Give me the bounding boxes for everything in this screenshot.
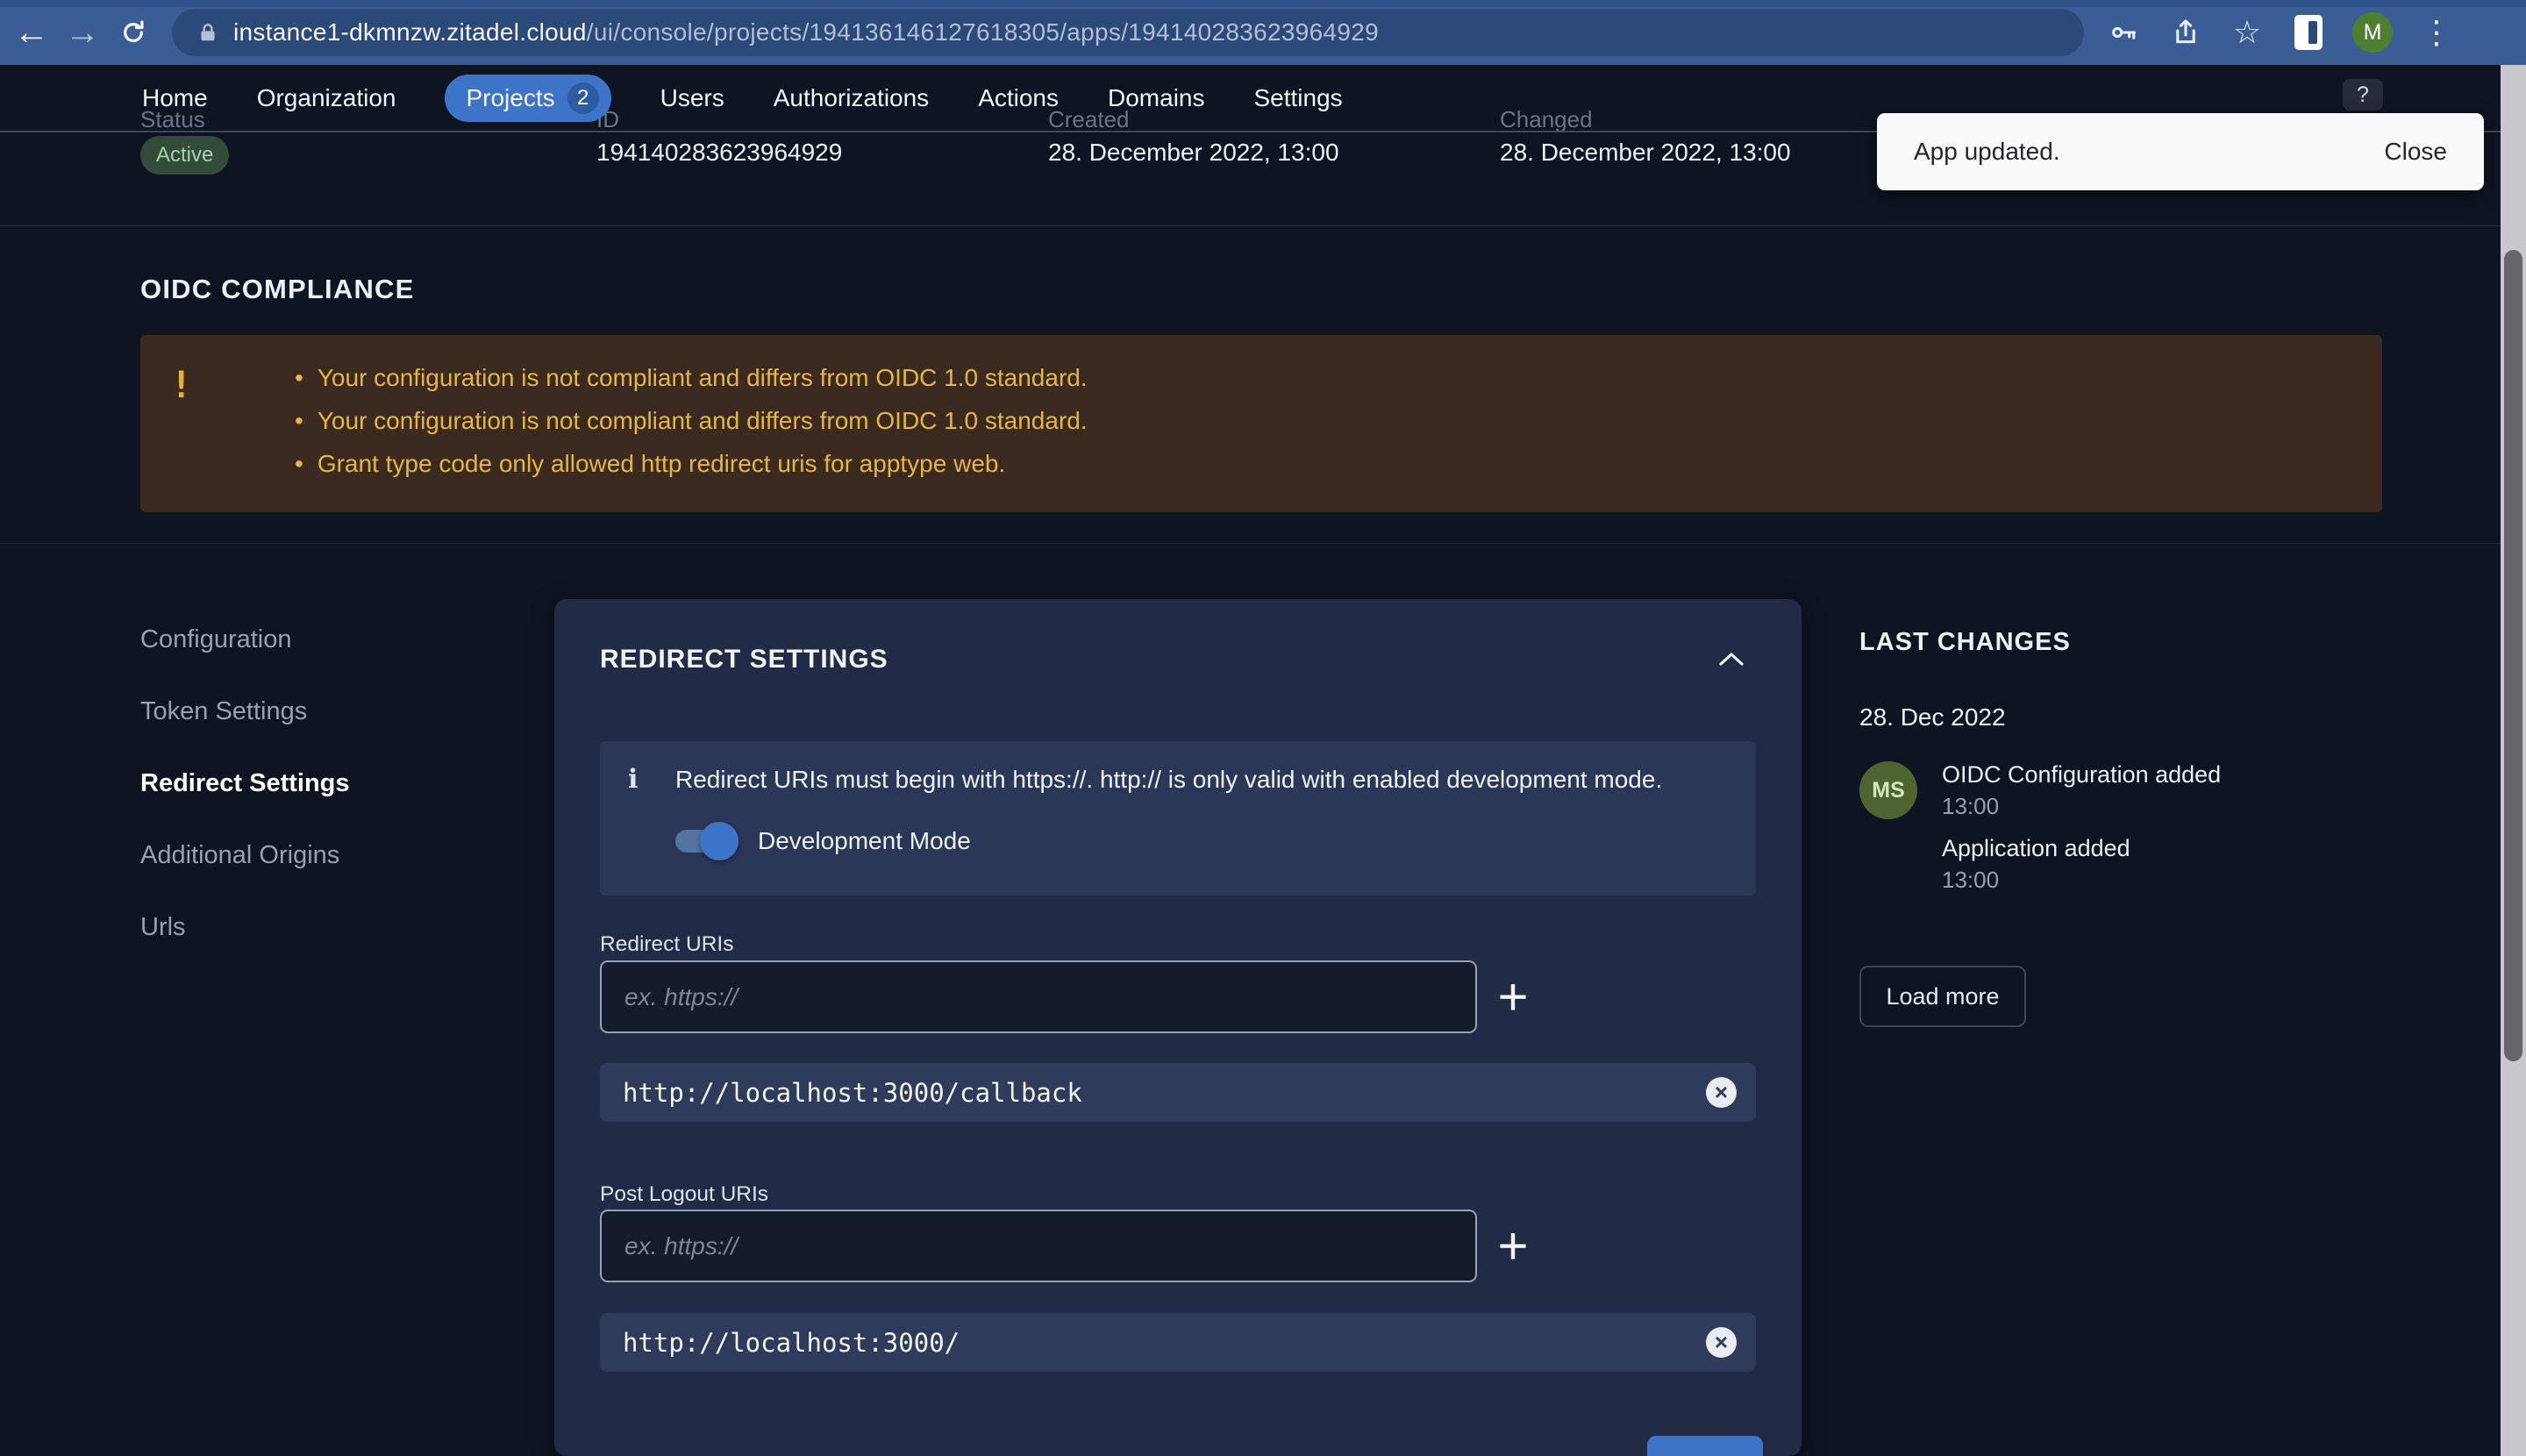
console-page: Status ID Created Changed Active 1941402… [0,65,2526,1456]
bookmark-star-icon[interactable]: ☆ [2230,15,2265,50]
changed-value: 28. December 2022, 13:00 [1500,139,1791,167]
warning-list: Your configuration is not compliant and … [295,356,1088,485]
compliance-section-title: OIDC COMPLIANCE [140,274,415,305]
url-domain: instance1-dkmnzw.zitadel.cloud [233,18,587,46]
last-changes-title: LAST CHANGES [1859,628,2484,657]
change-event: Application added 13:00 [1942,835,2221,894]
warning-item: Your configuration is not compliant and … [295,356,1088,399]
tab-home[interactable]: Home [142,84,208,112]
info-text: Redirect URIs must begin with https://. … [675,766,1728,794]
load-more-button[interactable]: Load more [1859,966,2026,1027]
browser-profile-avatar[interactable]: M [2352,12,2393,53]
subnav-item-configuration[interactable]: Configuration [140,626,350,653]
toast-message: App updated. [1914,138,2060,166]
address-bar[interactable]: instance1-dkmnzw.zitadel.cloud/ui/consol… [172,9,2084,56]
post-logout-uris-label: Post Logout URIs [600,1182,768,1207]
url-text: instance1-dkmnzw.zitadel.cloud/ui/consol… [233,18,1379,46]
event-time: 13:00 [1942,793,2221,820]
back-icon[interactable]: ← [12,13,51,52]
app-id-value: 194140283623964929 [596,139,842,167]
remove-redirect-uri-icon[interactable]: × [1706,1077,1737,1108]
created-value: 28. December 2022, 13:00 [1048,139,1339,167]
subnav-item-token-settings[interactable]: Token Settings [140,698,350,725]
subnav-item-additional-origins[interactable]: Additional Origins [140,842,350,869]
post-logout-uri-value: http://localhost:3000/ [623,1328,960,1358]
tab-projects-label: Projects [466,84,554,112]
toast-close-button[interactable]: Close [2384,138,2447,166]
reload-icon[interactable] [114,13,153,52]
add-redirect-uri-icon[interactable]: + [1482,967,1544,1028]
tab-actions[interactable]: Actions [978,84,1059,112]
lock-icon [196,21,219,44]
browser-toolbar: ← → instance1-dkmnzw.zitadel.cloud/ui/co… [0,0,2526,65]
dev-mode-info-box: ℹ Redirect URIs must begin with https://… [600,741,1756,896]
event-time: 13:00 [1942,867,2221,894]
header-divider [0,225,2526,226]
help-button[interactable]: ? [2343,79,2383,111]
redirect-uri-value: http://localhost:3000/callback [623,1078,1082,1108]
toast-notification: App updated. Close [1877,113,2484,190]
scrollbar-thumb[interactable] [2504,250,2522,1061]
url-path: /ui/console/projects/194136146127618305/… [587,18,1379,46]
tab-organization[interactable]: Organization [257,84,396,112]
warning-item: Your configuration is not compliant and … [295,399,1088,442]
post-logout-uri-input[interactable] [600,1210,1477,1282]
settings-subnav: Configuration Token Settings Redirect Se… [140,626,350,941]
save-button[interactable] [1647,1436,1763,1456]
browser-actions: ☆ M ⋮ [2107,12,2454,53]
remove-post-logout-uri-icon[interactable]: × [1706,1327,1737,1358]
last-changes-panel: LAST CHANGES 28. Dec 2022 MS OIDC Config… [1859,628,2484,1027]
change-entry: MS OIDC Configuration added 13:00 Applic… [1859,761,2484,894]
key-icon[interactable] [2107,15,2142,50]
tab-projects[interactable]: Projects 2 [445,75,610,122]
collapse-chevron-up-icon[interactable] [1712,641,1751,676]
event-title: OIDC Configuration added [1942,761,2221,789]
projects-count-badge: 2 [567,82,599,114]
tab-settings[interactable]: Settings [1254,84,1343,112]
tab-users[interactable]: Users [660,84,724,112]
redirect-uri-input[interactable] [600,960,1477,1033]
redirect-settings-card: REDIRECT SETTINGS ℹ Redirect URIs must b… [554,599,1802,1456]
subnav-item-urls[interactable]: Urls [140,914,350,941]
screen: ← → instance1-dkmnzw.zitadel.cloud/ui/co… [0,0,2526,1456]
share-icon[interactable] [2168,15,2203,50]
tab-domains[interactable]: Domains [1108,84,1204,112]
dev-mode-label: Development Mode [758,827,971,855]
forward-icon[interactable]: → [63,13,102,52]
dev-mode-row: Development Mode [675,827,971,855]
tab-authorizations[interactable]: Authorizations [774,84,929,112]
change-event: OIDC Configuration added 13:00 [1942,761,2221,820]
side-panel-icon[interactable] [2291,15,2326,50]
changes-date: 28. Dec 2022 [1859,703,2484,732]
post-logout-uri-chip: http://localhost:3000/ × [600,1313,1756,1372]
compliance-warning-box: ! Your configuration is not compliant an… [140,335,2382,512]
page-scrollbar[interactable] [2501,65,2526,1456]
card-title: REDIRECT SETTINGS [600,645,888,674]
status-badge: Active [140,136,229,175]
redirect-uris-label: Redirect URIs [600,932,733,957]
warning-item: Grant type code only allowed http redire… [295,442,1088,485]
info-icon: ℹ [628,764,638,795]
section-divider [0,543,2526,544]
add-post-logout-uri-icon[interactable]: + [1482,1216,1544,1277]
browser-menu-icon[interactable]: ⋮ [2419,15,2454,50]
editor-avatar: MS [1859,761,1917,819]
subnav-item-redirect-settings[interactable]: Redirect Settings [140,770,350,797]
redirect-uri-chip: http://localhost:3000/callback × [600,1063,1756,1122]
dev-mode-toggle[interactable] [675,830,733,853]
warning-icon: ! [170,363,192,406]
event-title: Application added [1942,835,2221,862]
